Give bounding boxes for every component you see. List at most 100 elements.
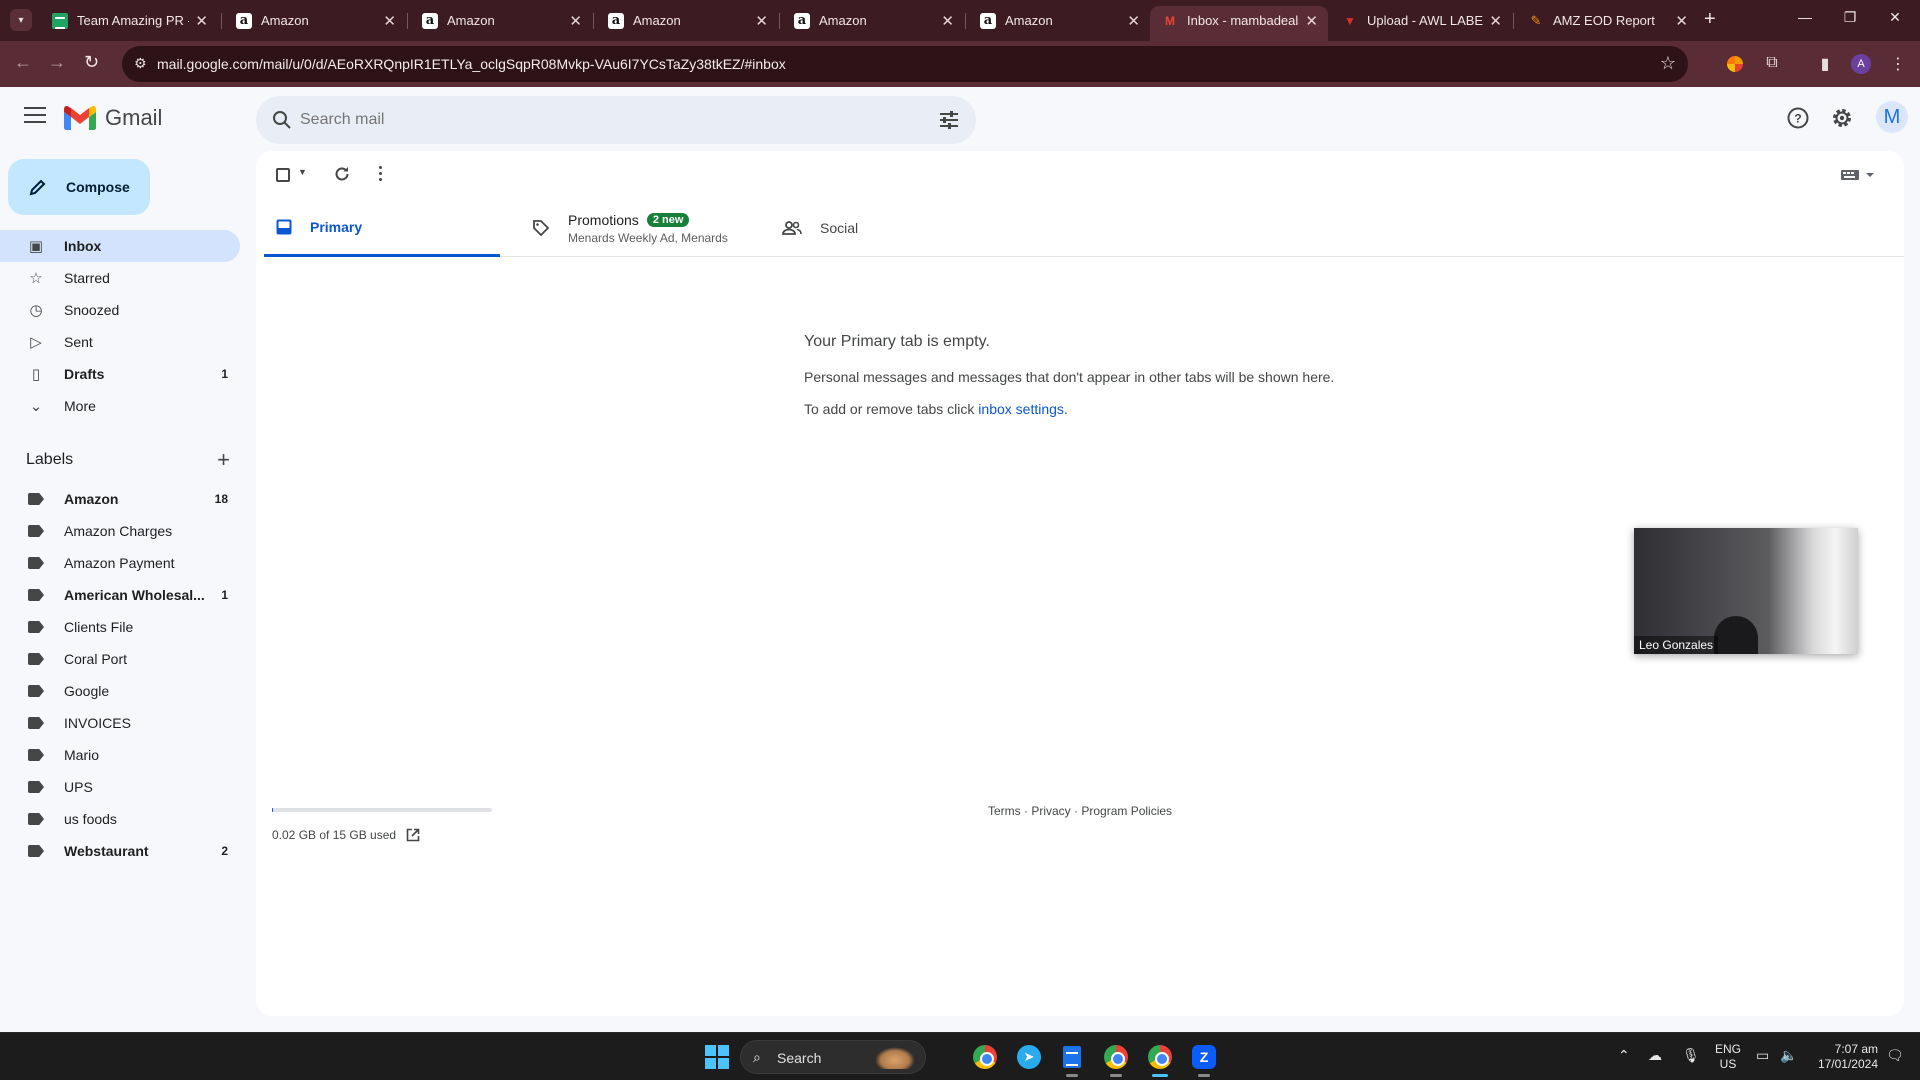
account-avatar[interactable]: M bbox=[1876, 101, 1908, 133]
label-item[interactable]: Mario bbox=[0, 739, 240, 771]
bookmark-star-icon[interactable]: ☆ bbox=[1660, 53, 1676, 74]
input-language-indicator[interactable]: ENG US bbox=[1715, 1042, 1741, 1072]
site-settings-icon[interactable]: ⚙ bbox=[134, 55, 147, 72]
side-panel-icon[interactable]: ▮ bbox=[1815, 54, 1835, 74]
more-actions-icon[interactable] bbox=[379, 166, 383, 184]
nav-item-sent[interactable]: ▷ Sent bbox=[0, 326, 240, 358]
open-external-icon[interactable] bbox=[406, 828, 420, 842]
address-bar[interactable]: ⚙ mail.google.com/mail/u/0/d/AEoRXRQnpIR… bbox=[122, 46, 1688, 82]
network-icon[interactable]: ▭ bbox=[1756, 1047, 1769, 1064]
browser-tab[interactable]: a Amazon ✕ bbox=[968, 6, 1150, 35]
label-item[interactable]: Google bbox=[0, 675, 240, 707]
new-tab-icon[interactable]: + bbox=[1704, 8, 1716, 31]
browser-tab[interactable]: a Amazon ✕ bbox=[782, 6, 964, 35]
tab-promotions-senders: Menards Weekly Ad, Menards bbox=[568, 230, 728, 245]
tab-separator bbox=[221, 13, 222, 29]
amazon-icon: a bbox=[608, 12, 624, 29]
compose-button[interactable]: Compose bbox=[8, 159, 150, 215]
browser-tab[interactable]: ▼ Upload - AWL LABEL ✕ bbox=[1330, 6, 1512, 35]
tab-search-dropdown-icon[interactable]: ▾ bbox=[10, 9, 32, 31]
browser-profile-avatar[interactable]: A bbox=[1851, 54, 1871, 74]
browser-menu-icon[interactable]: ⋮ bbox=[1888, 54, 1908, 74]
label-item[interactable]: American Wholesal... 1 bbox=[0, 579, 240, 611]
nav-item-drafts[interactable]: ▯ Drafts 1 bbox=[0, 358, 240, 390]
notifications-icon[interactable]: 🗨 bbox=[1886, 1047, 1904, 1064]
input-tools-icon[interactable] bbox=[1840, 167, 1876, 183]
sidebar: Compose ▣ Inbox ☆ Starred ◷ Snoozed ▷ Se… bbox=[0, 151, 256, 1031]
add-label-icon[interactable]: + bbox=[217, 447, 230, 473]
main-menu-icon[interactable] bbox=[24, 107, 46, 128]
close-tab-icon[interactable]: ✕ bbox=[1489, 12, 1502, 30]
close-tab-icon[interactable]: ✕ bbox=[1675, 12, 1688, 30]
terms-link[interactable]: Terms bbox=[988, 804, 1021, 818]
nav-item-snoozed[interactable]: ◷ Snoozed bbox=[0, 294, 240, 326]
nav-item-inbox[interactable]: ▣ Inbox bbox=[0, 230, 240, 262]
browser-tab[interactable]: a Amazon ✕ bbox=[596, 6, 778, 35]
show-hidden-icons-icon[interactable]: ⌃ bbox=[1618, 1047, 1630, 1064]
tab-primary[interactable]: Primary bbox=[264, 199, 500, 257]
label-item[interactable]: Clients File bbox=[0, 611, 240, 643]
label-item[interactable]: Coral Port bbox=[0, 643, 240, 675]
search-icon[interactable] bbox=[270, 108, 294, 132]
nav-item-more[interactable]: ⌄ More bbox=[0, 390, 240, 422]
close-window-icon[interactable]: ✕ bbox=[1885, 9, 1905, 26]
browser-tab[interactable]: a Amazon ✕ bbox=[224, 6, 406, 35]
tab-promotions[interactable]: Promotions 2 new Menards Weekly Ad, Mena… bbox=[520, 199, 760, 257]
label-count: 1 bbox=[221, 588, 228, 602]
label-item[interactable]: UPS bbox=[0, 771, 240, 803]
settings-gear-icon[interactable] bbox=[1830, 106, 1854, 130]
refresh-icon[interactable] bbox=[333, 165, 351, 183]
taskbar-chrome[interactable] bbox=[971, 1043, 999, 1071]
close-tab-icon[interactable]: ✕ bbox=[1305, 12, 1318, 30]
restore-icon[interactable]: ❐ bbox=[1840, 9, 1860, 26]
label-item[interactable]: Amazon Payment bbox=[0, 547, 240, 579]
taskbar-notes[interactable] bbox=[1058, 1043, 1086, 1077]
extension-icon[interactable] bbox=[1727, 56, 1743, 72]
label-item[interactable]: Webstaurant 2 bbox=[0, 835, 240, 867]
label-item[interactable]: Amazon Charges bbox=[0, 515, 240, 547]
label-item[interactable]: us foods bbox=[0, 803, 240, 835]
search-options-icon[interactable] bbox=[938, 109, 960, 131]
minimize-icon[interactable]: — bbox=[1795, 9, 1815, 25]
close-tab-icon[interactable]: ✕ bbox=[383, 12, 396, 30]
taskbar-search[interactable]: ⌕ Search bbox=[740, 1040, 926, 1074]
close-tab-icon[interactable]: ✕ bbox=[195, 12, 208, 30]
select-all-checkbox[interactable] bbox=[276, 168, 290, 182]
browser-tab-active[interactable]: M Inbox - mambadeals ✕ bbox=[1150, 6, 1328, 41]
reload-icon[interactable]: ↻ bbox=[84, 52, 99, 73]
close-tab-icon[interactable]: ✕ bbox=[1127, 12, 1140, 30]
browser-tab[interactable]: a Amazon ✕ bbox=[410, 6, 592, 35]
search-input[interactable] bbox=[300, 108, 860, 132]
close-tab-icon[interactable]: ✕ bbox=[941, 12, 954, 30]
tab-promotions-label: Promotions bbox=[568, 211, 639, 228]
search-bar[interactable] bbox=[256, 96, 976, 144]
label-item[interactable]: INVOICES bbox=[0, 707, 240, 739]
system-clock[interactable]: 7:07 am 17/01/2024 bbox=[1812, 1042, 1878, 1072]
label-item[interactable]: Amazon 18 bbox=[0, 483, 240, 515]
start-button[interactable] bbox=[703, 1043, 731, 1071]
microphone-icon[interactable]: 🎙 bbox=[1682, 1047, 1700, 1064]
tab-social[interactable]: Social bbox=[770, 199, 1010, 257]
close-tab-icon[interactable]: ✕ bbox=[755, 12, 768, 30]
program-policies-link[interactable]: Program Policies bbox=[1081, 804, 1172, 818]
extensions-puzzle-icon[interactable]: ⧉ bbox=[1762, 54, 1782, 74]
browser-tab[interactable]: Team Amazing PR - G ✕ bbox=[40, 6, 218, 35]
select-dropdown-icon[interactable]: ▼ bbox=[298, 167, 307, 177]
taskbar-telegram[interactable]: ➤ bbox=[1015, 1043, 1043, 1071]
taskbar-zoom[interactable]: Z bbox=[1190, 1043, 1218, 1077]
storage-progress-bar bbox=[272, 808, 492, 812]
video-call-thumbnail[interactable]: Leo Gonzales bbox=[1634, 528, 1858, 654]
forward-icon[interactable]: → bbox=[48, 52, 66, 73]
browser-tab[interactable]: ✎ AMZ EOD Report ✕ bbox=[1516, 6, 1698, 35]
close-tab-icon[interactable]: ✕ bbox=[569, 12, 582, 30]
volume-icon[interactable]: 🔈 bbox=[1780, 1047, 1797, 1064]
onedrive-offline-icon[interactable]: ☁ bbox=[1648, 1047, 1662, 1064]
back-icon[interactable]: ← bbox=[14, 52, 32, 73]
privacy-link[interactable]: Privacy bbox=[1031, 804, 1070, 818]
nav-item-starred[interactable]: ☆ Starred bbox=[0, 262, 240, 294]
inbox-settings-link[interactable]: inbox settings bbox=[978, 401, 1064, 417]
taskbar-chrome-profile[interactable] bbox=[1102, 1043, 1130, 1077]
gmail-logo-icon[interactable] bbox=[64, 106, 96, 130]
taskbar-chrome-active[interactable] bbox=[1146, 1043, 1174, 1077]
help-icon[interactable]: ? bbox=[1786, 106, 1810, 130]
